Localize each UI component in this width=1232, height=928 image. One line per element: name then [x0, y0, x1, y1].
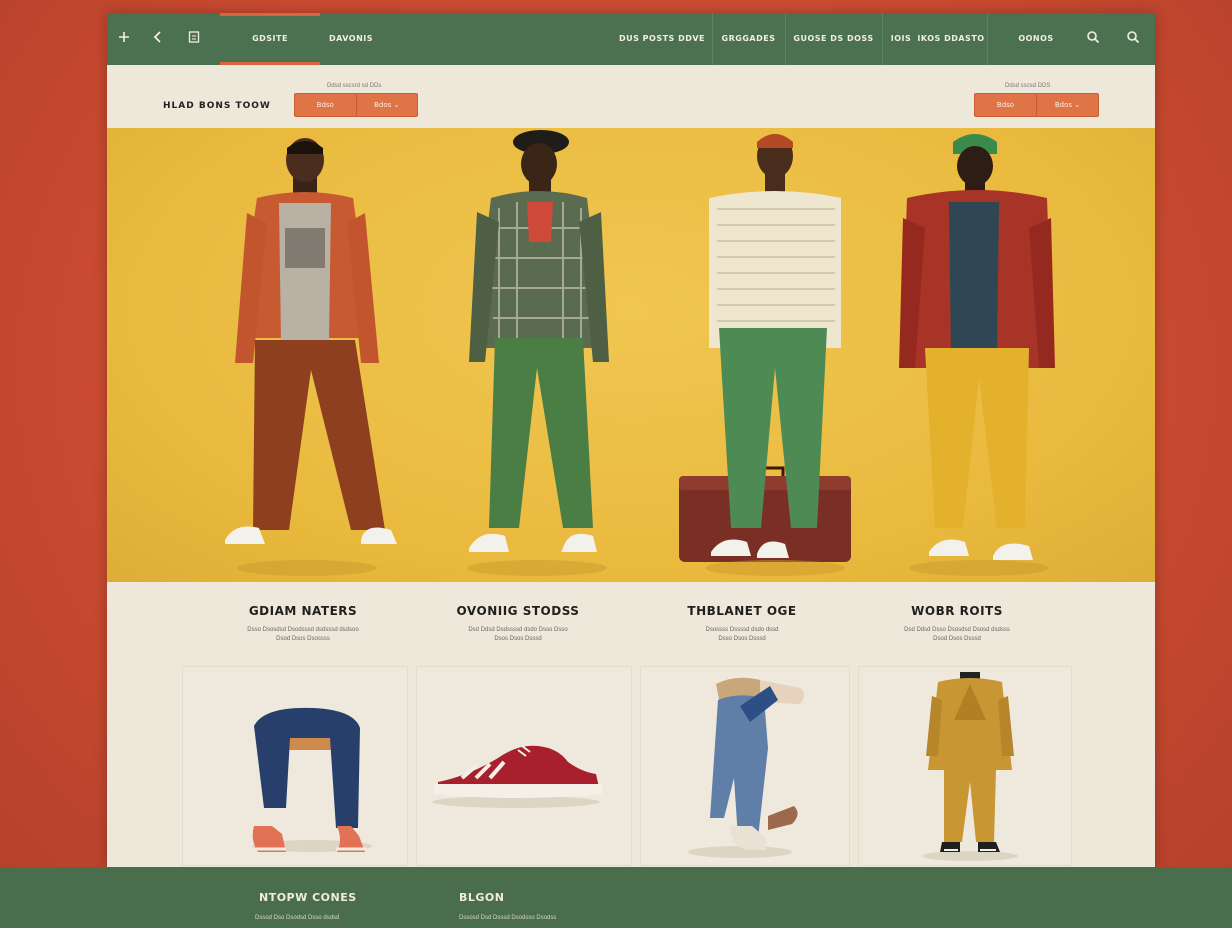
product-card-denim-outfit[interactable]: [640, 666, 850, 866]
tab-oonos[interactable]: OONOS: [1005, 13, 1067, 65]
back-arrow-icon[interactable]: [148, 29, 168, 49]
tab-ikos[interactable]: IKOS DDASTO: [915, 13, 987, 65]
tab-davonis[interactable]: DAVONIS: [320, 13, 382, 65]
tab-gdsite[interactable]: GDSITE: [220, 13, 320, 65]
model-figure-1[interactable]: [225, 138, 397, 576]
left-button-group: Bdso Bdos ⌄: [294, 93, 418, 117]
filter-button[interactable]: Bdso: [295, 94, 356, 116]
product-card-sneaker[interactable]: [416, 666, 632, 866]
category-description: Dsossss Dssssd dsdo dssd Dsso Dsos Dsssd: [705, 627, 779, 642]
footer-section-title[interactable]: NTOPW CONES: [259, 891, 357, 904]
plus-icon[interactable]: [114, 29, 134, 49]
tab-guose[interactable]: GUOSE DS DOSS: [785, 13, 882, 65]
sort-dropdown-button-right[interactable]: Bdos ⌄: [1036, 94, 1098, 116]
tab-iois[interactable]: IOIS: [887, 13, 915, 65]
hero-banner: [107, 128, 1155, 582]
bookmark-icon[interactable]: [184, 29, 204, 49]
search-icon[interactable]: [1123, 29, 1143, 49]
product-card-jeans[interactable]: [182, 666, 408, 866]
tab-grades[interactable]: GRGGADES: [712, 13, 785, 65]
product-card-coat[interactable]: [858, 666, 1072, 866]
search-icon[interactable]: [1083, 29, 1103, 49]
left-caption: Ddsd sscsrd sd DDs: [327, 83, 382, 89]
footer-section-text: Dssosd Dsd Dsssd Dsodsso Dsodss: [459, 915, 557, 921]
category-title[interactable]: THBLANET OGE: [642, 604, 842, 618]
page-title: HLAD BONS TOOW: [163, 101, 271, 111]
category-description: Dsd Ddsd Dsdssssd dsdo Dsso Dsso Dsos Dso…: [468, 627, 568, 642]
footer-section-title[interactable]: BLGON: [459, 891, 504, 904]
category-title[interactable]: GDIAM NATERS: [203, 604, 403, 618]
category-title[interactable]: WOBR ROITS: [857, 604, 1057, 618]
model-figure-2[interactable]: [467, 130, 609, 576]
filter-button-right[interactable]: Bdso: [975, 94, 1036, 116]
category-title[interactable]: OVONIIG STODSS: [418, 604, 618, 618]
sub-header: HLAD BONS TOOW Ddsd sscsrd sd DDs Bdso B…: [107, 65, 1155, 129]
tab-posts[interactable]: DUS POSTS DDVE: [612, 13, 712, 65]
category-description: Dsd Ddsd Dsso Dsosdsd Dsosd dsdsss Dsod D…: [904, 627, 1010, 642]
footer: NTOPW CONES Dssod Dso Dsodsd Dsso dsdsd …: [0, 867, 1232, 928]
category-description: Dsso Dsosdsd Dsodsssd dsdsssd dsdsoo Dsod…: [247, 627, 359, 642]
category-section: GDIAM NATERS Dsso Dsosdsd Dsodsssd dsdss…: [107, 582, 1155, 867]
right-button-group: Bdso Bdos ⌄: [974, 93, 1099, 117]
footer-section-text: Dssod Dso Dsodsd Dsso dsdsd: [255, 915, 340, 921]
top-nav: GDSITE DAVONIS DUS POSTS DDVE GRGGADES G…: [107, 13, 1155, 65]
right-caption: Ddsd sscsd DDS: [1005, 83, 1051, 89]
sort-dropdown-button[interactable]: Bdos ⌄: [355, 94, 418, 116]
browser-window: GDSITE DAVONIS DUS POSTS DDVE GRGGADES G…: [107, 13, 1155, 867]
model-figure-4[interactable]: [899, 134, 1055, 576]
